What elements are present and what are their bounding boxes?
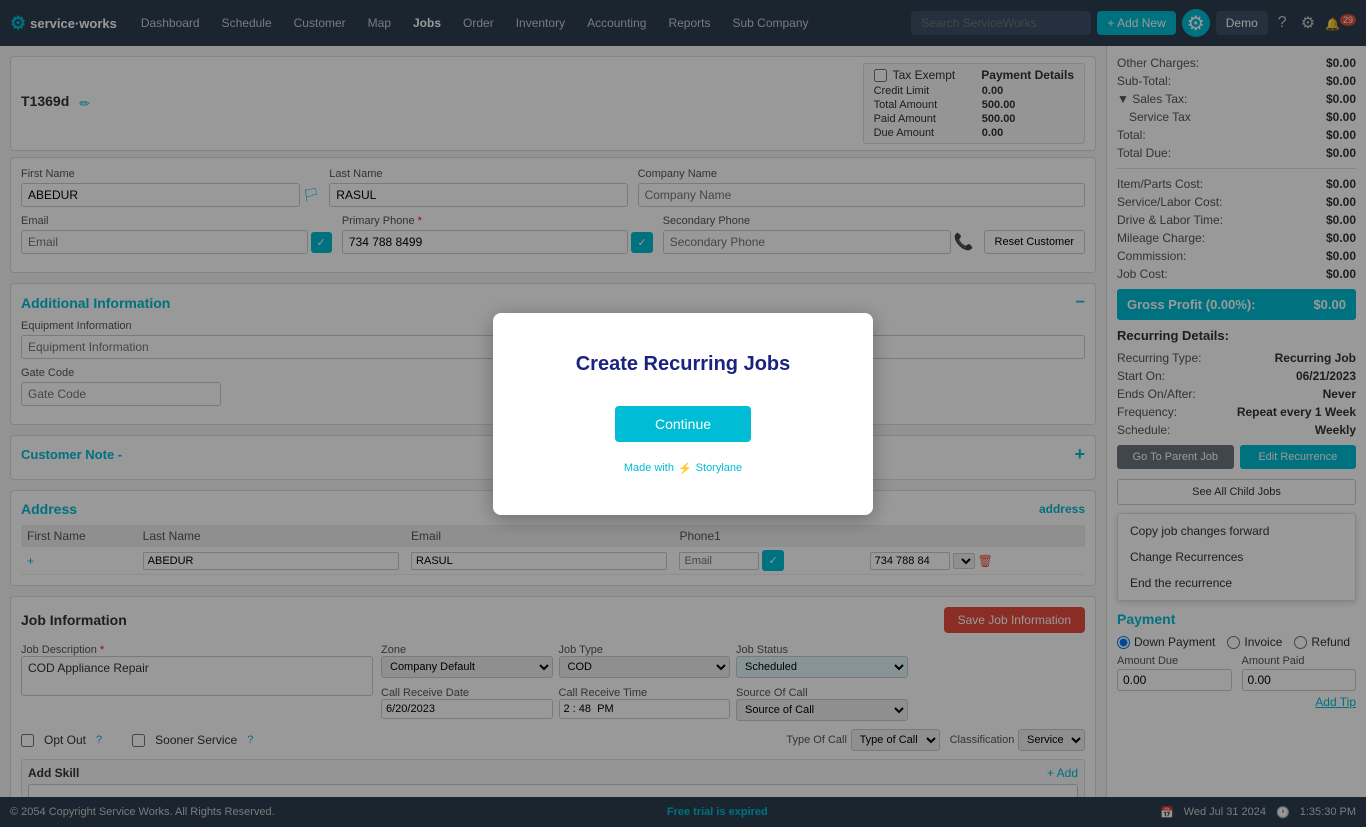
modal-footer-text: Made with [624,462,674,474]
modal-title: Create Recurring Jobs [533,353,833,376]
modal-continue-button[interactable]: Continue [615,406,751,442]
modal-footer-icon: ⚡ [678,462,692,475]
modal-footer: Made with ⚡ Storylane [533,462,833,475]
modal-box: Create Recurring Jobs Continue Made with… [493,313,873,515]
modal-footer-brand: Storylane [696,462,742,474]
modal-overlay: Create Recurring Jobs Continue Made with… [0,0,1366,827]
